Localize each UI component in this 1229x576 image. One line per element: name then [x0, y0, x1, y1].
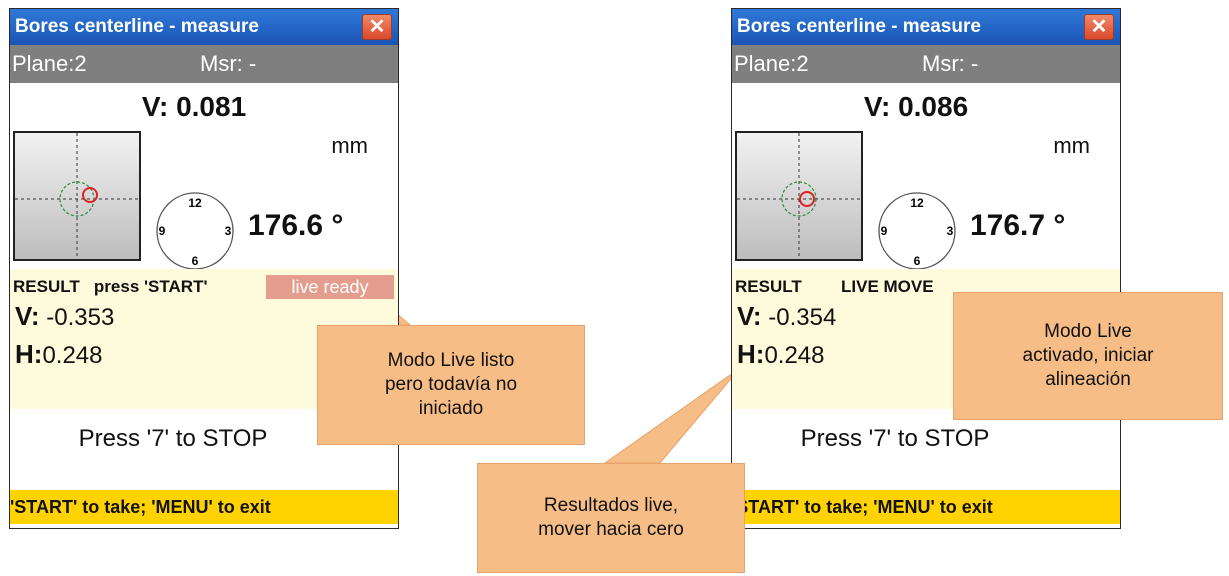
angle-readout: 176.7 °: [970, 209, 1066, 242]
close-button[interactable]: ✕: [1084, 14, 1114, 40]
vertical-offset-value: V: 0.081: [141, 91, 247, 122]
angle-readout: 176.6 °: [248, 209, 344, 242]
vertical-offset-top: V: 0.081: [10, 91, 398, 123]
crosshair-icon: [15, 133, 139, 259]
callout-pointer-2: [603, 367, 741, 464]
status-bar: 'START' to take; 'MENU' to exit: [10, 490, 398, 524]
callout-live-active: Modo Live activado, iniciar alineación: [953, 292, 1223, 420]
clock-icon: 12 3 6 9: [156, 192, 234, 270]
live-ready-badge: live ready: [266, 275, 394, 299]
callout-live-results: Resultados live, mover hacia cero: [477, 463, 745, 573]
result-label: RESULT press 'START': [13, 277, 208, 296]
result-status: press 'START': [93, 277, 208, 296]
live-move-status: LIVE MOVE: [841, 277, 934, 296]
plane-label: Plane:2: [734, 51, 809, 76]
window-title: Bores centerline - measure: [10, 9, 398, 45]
plane-bar: Plane:2 Msr: -: [732, 45, 1120, 83]
horizontal-result: H:0.248: [737, 339, 825, 369]
horizontal-result-value: 0.248: [764, 342, 825, 369]
target-crosshair: [13, 131, 141, 261]
vertical-offset-top: V: 0.086: [732, 91, 1120, 123]
vertical-result-value: -0.353: [46, 304, 115, 331]
result-label: RESULT: [735, 277, 802, 296]
vertical-offset-value: V: 0.086: [863, 91, 969, 122]
plane-bar: Plane:2 Msr: -: [10, 45, 398, 83]
plane-label: Plane:2: [12, 51, 87, 76]
svg-text:12: 12: [188, 196, 202, 210]
crosshair-icon: [737, 133, 861, 259]
target-crosshair: [735, 131, 863, 261]
vertical-result-value: -0.354: [768, 304, 837, 331]
svg-text:9: 9: [881, 224, 888, 238]
svg-text:3: 3: [225, 224, 232, 238]
measure-window-left: Bores centerline - measure ✕ Plane:2 Msr…: [9, 8, 399, 529]
callout-live-ready: Modo Live listo pero todavía no iniciado: [317, 325, 585, 445]
window-title: Bores centerline - measure: [732, 9, 1120, 45]
status-bar: 'START' to take; 'MENU' to exit: [732, 490, 1120, 524]
vertical-result: V: -0.354: [737, 301, 837, 331]
svg-text:3: 3: [947, 224, 954, 238]
clock-icon: 12 3 6 9: [878, 192, 956, 270]
svg-text:9: 9: [159, 224, 166, 238]
clock-dial: 12 3 6 9: [153, 189, 237, 278]
unit-label: mm: [1053, 133, 1090, 158]
unit-label: mm: [331, 133, 368, 158]
measure-window-right: Bores centerline - measure ✕ Plane:2 Msr…: [731, 8, 1121, 529]
stop-instruction: Press '7' to STOP: [800, 425, 990, 452]
horizontal-result-value: 0.248: [42, 342, 103, 369]
msr-label: Msr: -: [200, 51, 257, 76]
close-button[interactable]: ✕: [362, 14, 392, 40]
svg-text:6: 6: [192, 254, 199, 268]
svg-text:6: 6: [914, 254, 921, 268]
horizontal-result: H:0.248: [15, 339, 103, 369]
vertical-result: V: -0.353: [15, 301, 115, 331]
svg-text:12: 12: [910, 196, 924, 210]
msr-label: Msr: -: [922, 51, 979, 76]
clock-dial: 12 3 6 9: [875, 189, 959, 278]
